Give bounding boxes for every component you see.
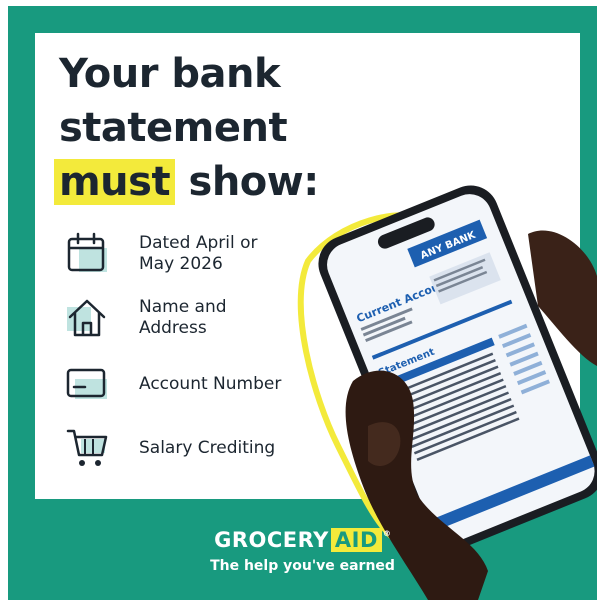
advert-frame: Your bank statement must show: Dated Apr… bbox=[8, 6, 597, 600]
logo-grocery: GROCERY bbox=[214, 528, 329, 552]
logo-aid: AID bbox=[330, 528, 382, 552]
logo-registered-mark: ® bbox=[382, 528, 391, 538]
tagline: The help you've earned bbox=[210, 558, 395, 574]
phone-photo: ANY BANK Current Account Statement bbox=[297, 185, 597, 600]
brand-block: GROCERY AID ® The help you've earned bbox=[8, 528, 597, 574]
grocery-aid-logo: GROCERY AID ® bbox=[214, 528, 391, 552]
